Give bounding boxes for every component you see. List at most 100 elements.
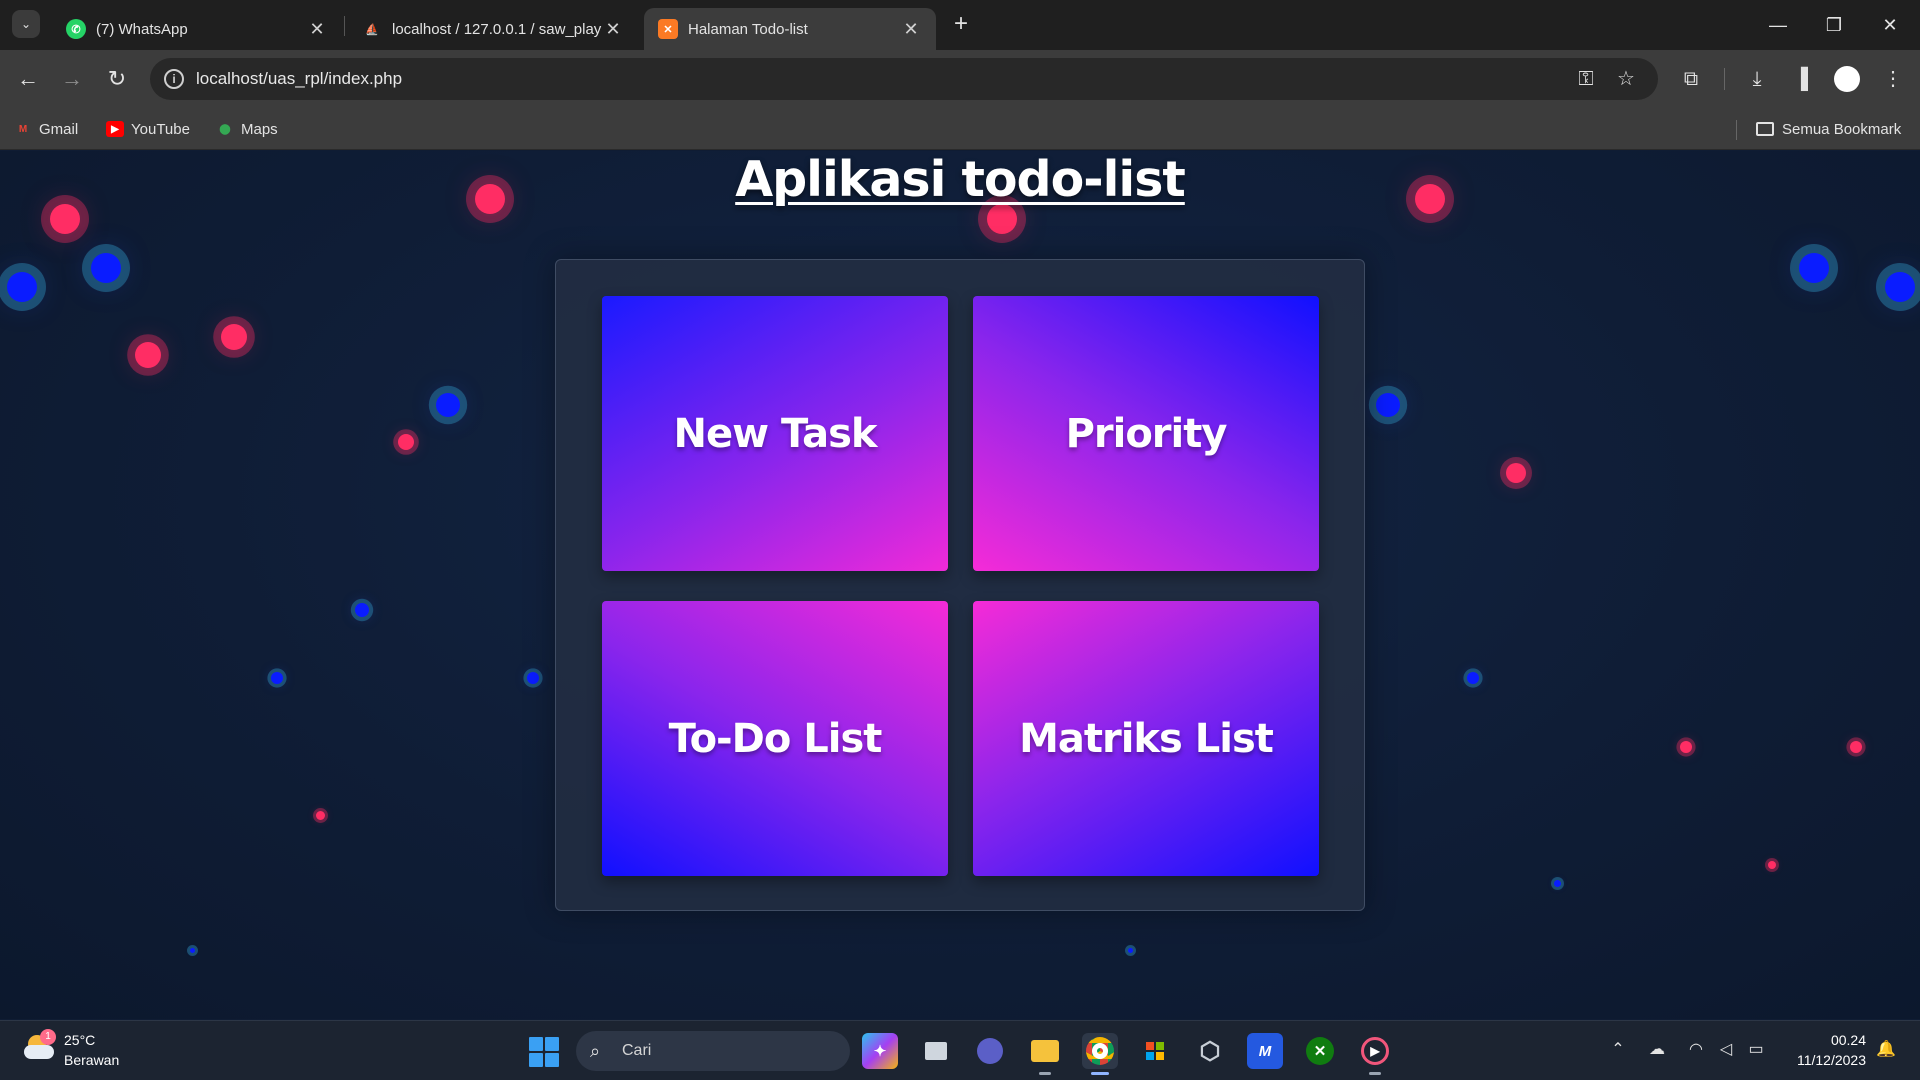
all-bookmarks-button[interactable]: Semua Bookmark	[1756, 117, 1901, 141]
bookmarks-divider	[1736, 120, 1737, 140]
password-key-icon[interactable]: ⚿	[1574, 67, 1598, 91]
windows-logo-icon	[529, 1037, 543, 1051]
tab-title: Halaman Todo-list	[688, 20, 808, 38]
teams-meet-icon[interactable]	[972, 1033, 1008, 1069]
chevron-down-icon: ⌄	[20, 17, 32, 31]
arrow-right-icon: →	[61, 66, 83, 91]
card-label: To-Do List	[668, 715, 883, 762]
download-icon[interactable]: ⤓	[1742, 64, 1772, 94]
glow-particle	[436, 393, 460, 417]
bookmark-youtube[interactable]: ▶ YouTube	[106, 117, 190, 141]
glow-particle	[315, 810, 325, 820]
glow-particle	[355, 603, 369, 617]
search-icon: ⌕	[590, 1041, 601, 1061]
chrome-icon[interactable]	[1082, 1033, 1118, 1075]
notification-bell-icon[interactable]: 🔔	[1874, 1039, 1898, 1059]
battery-icon[interactable]: ▭	[1744, 1039, 1768, 1059]
new-tab-button[interactable]: +	[948, 12, 974, 38]
todo-list-card[interactable]: To-Do List	[602, 601, 948, 876]
reload-button[interactable]: ↻	[101, 63, 133, 95]
priority-card[interactable]: Priority	[973, 296, 1319, 571]
forward-button[interactable]: →	[56, 63, 88, 95]
address-url[interactable]: localhost/uas_rpl/index.php	[196, 69, 402, 89]
close-icon[interactable]: ✕	[602, 19, 624, 40]
wifi-icon[interactable]: ◠	[1684, 1039, 1708, 1059]
arrow-left-icon: ←	[17, 66, 39, 91]
back-button[interactable]: ←	[12, 63, 44, 95]
tab-whatsapp[interactable]: ✆ (7) WhatsApp ✕	[52, 8, 342, 50]
task-view-icon[interactable]	[918, 1033, 954, 1069]
close-window-button[interactable]: ✕	[1862, 0, 1918, 50]
unity-icon[interactable]: ⬡	[1192, 1033, 1228, 1069]
extensions-icon[interactable]: ⧉	[1676, 64, 1706, 94]
card-label: New Task	[673, 410, 877, 457]
weather-badge: 1	[40, 1029, 56, 1045]
taskbar-search-label: Cari	[622, 1042, 652, 1059]
glow-particle	[398, 434, 414, 450]
phpmyadmin-icon: ⛵	[365, 23, 379, 36]
browser-toolbar: ← → ↻ i localhost/uas_rpl/index.php ⚿ ☆ …	[0, 50, 1920, 108]
menu-panel: New Task Priority To-Do List Matriks Lis…	[555, 259, 1365, 911]
glow-particle	[1885, 272, 1915, 302]
bookmark-maps[interactable]: ⬤ Maps	[216, 117, 278, 141]
tab-phpmyadmin[interactable]: ⛵ localhost / 127.0.0.1 / saw_play ✕	[348, 8, 638, 50]
restore-button[interactable]: ❐	[1806, 0, 1862, 50]
site-info-icon[interactable]: i	[164, 69, 184, 89]
framer-icon[interactable]: M	[1247, 1033, 1283, 1069]
card-label: Matriks List	[1019, 715, 1274, 762]
media-player-icon[interactable]: ▶	[1357, 1033, 1393, 1075]
glow-particle	[221, 324, 247, 350]
glow-particle	[271, 672, 283, 684]
glow-particle	[527, 672, 539, 684]
tab-title: (7) WhatsApp	[96, 20, 188, 38]
toolbar-divider	[1724, 68, 1725, 90]
tab-todo-list[interactable]: ✕ Halaman Todo-list ✕	[644, 8, 936, 50]
microsoft-store-icon[interactable]	[1137, 1033, 1173, 1069]
weather-description[interactable]: Berawan	[64, 1052, 119, 1068]
xampp-icon: ✕	[658, 19, 678, 39]
clock-date[interactable]: 11/12/2023	[1776, 1052, 1866, 1068]
matriks-list-card[interactable]: Matriks List	[973, 601, 1319, 876]
tab-divider	[344, 16, 345, 36]
weather-temperature[interactable]: 25°C	[64, 1032, 95, 1048]
glow-particle	[1506, 463, 1526, 483]
browser-tab-strip: ⌄ ✆ (7) WhatsApp ✕ ⛵ localhost / 127.0.0…	[0, 0, 1920, 50]
profile-avatar[interactable]	[1834, 66, 1860, 92]
chevron-up-icon[interactable]: ⌃	[1606, 1039, 1630, 1059]
minimize-button[interactable]: —	[1750, 0, 1806, 50]
folder-icon	[1756, 122, 1774, 136]
tab-search-button[interactable]: ⌄	[12, 10, 40, 38]
address-bar[interactable]: i localhost/uas_rpl/index.php ⚿ ☆	[150, 58, 1658, 100]
clock-time[interactable]: 00.24	[1790, 1032, 1866, 1048]
page-content: Aplikasi todo-list New Task Priority To-…	[0, 151, 1920, 1019]
start-button[interactable]	[529, 1037, 559, 1067]
menu-kebab-icon[interactable]: ⋮	[1878, 64, 1908, 94]
glow-particle	[135, 342, 161, 368]
reload-icon: ↻	[107, 66, 127, 91]
all-bookmarks-label: Semua Bookmark	[1782, 120, 1902, 138]
close-icon[interactable]: ✕	[900, 19, 922, 40]
onedrive-icon[interactable]: ☁	[1645, 1039, 1669, 1059]
glow-particle	[1850, 741, 1862, 753]
glow-particle	[7, 272, 37, 302]
youtube-icon: ▶	[106, 121, 124, 137]
gmail-icon: M	[18, 123, 28, 135]
copilot-icon[interactable]: ✦	[862, 1033, 898, 1069]
bookmark-gmail[interactable]: M Gmail	[14, 117, 78, 141]
new-task-card[interactable]: New Task	[602, 296, 948, 571]
xbox-icon[interactable]: ✕	[1302, 1033, 1338, 1069]
page-title: Aplikasi todo-list	[735, 151, 1186, 208]
file-explorer-icon[interactable]	[1027, 1033, 1063, 1075]
whatsapp-icon: ✆	[66, 19, 86, 39]
glow-particle	[189, 947, 195, 953]
glow-particle	[1768, 861, 1776, 869]
taskbar-search[interactable]: ⌕ Cari	[576, 1031, 850, 1071]
close-icon[interactable]: ✕	[306, 19, 328, 40]
glow-particle	[987, 204, 1017, 234]
bookmark-label: Maps	[241, 120, 278, 138]
bookmark-star-icon[interactable]: ☆	[1614, 67, 1638, 91]
tab-title: localhost / 127.0.0.1 / saw_play	[392, 20, 602, 38]
volume-icon[interactable]: ◁	[1714, 1039, 1738, 1059]
glow-particle	[1680, 741, 1692, 753]
side-panel-icon[interactable]: ▐	[1786, 64, 1816, 94]
